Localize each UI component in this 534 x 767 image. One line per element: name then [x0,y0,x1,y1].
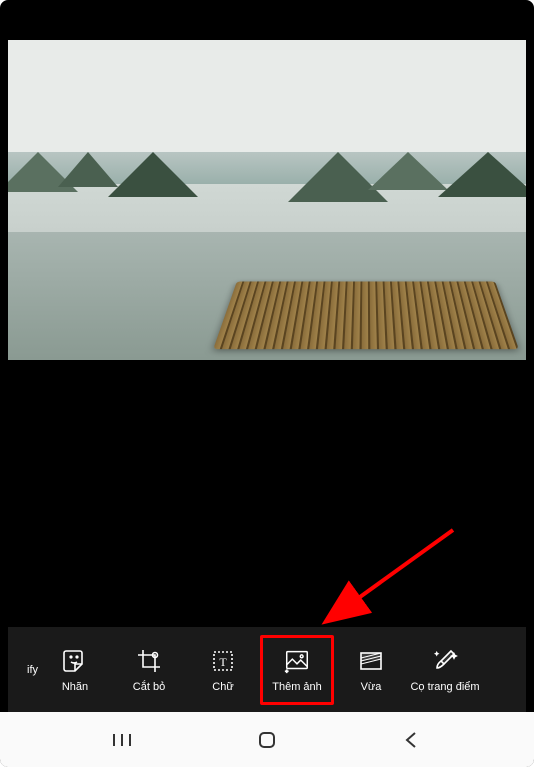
tool-fit[interactable]: Vừa [334,635,408,705]
add-photo-icon [283,647,311,675]
tool-label: ify [27,664,38,676]
tool-label: Chữ [212,681,233,693]
landscape-raft [213,282,519,350]
tool-label: Thêm ảnh [272,681,322,693]
svg-text:T: T [219,655,227,669]
editor-content: ify Nhãn [8,0,526,712]
tool-label: Nhãn [62,681,88,693]
crop-icon [135,647,163,675]
tool-crop[interactable]: Cắt bỏ [112,635,186,705]
preview-image[interactable] [8,40,526,360]
tool-sticker[interactable]: Nhãn [38,635,112,705]
fit-icon [357,647,385,675]
tool-text[interactable]: T Chữ [186,635,260,705]
home-icon [256,729,278,751]
editor-toolbar: ify Nhãn [8,627,526,712]
phone-frame: ify Nhãn [0,0,534,767]
tool-label: Cắt bỏ [133,681,165,693]
recent-apps-button[interactable] [107,725,137,755]
landscape-mountains [8,152,526,202]
back-button[interactable] [397,725,427,755]
annotation-arrow-icon [318,525,468,635]
editor-empty-area [8,360,526,627]
brush-icon [431,647,459,675]
sticker-icon [61,647,89,675]
home-button[interactable] [252,725,282,755]
tool-label: Vừa [361,681,382,693]
system-nav-bar [0,712,534,767]
back-icon [401,729,423,751]
tool-label: Cọ trang điểm [410,681,479,693]
tool-add-photo[interactable]: Thêm ảnh [260,635,334,705]
tool-brush[interactable]: Cọ trang điểm [408,635,482,705]
text-icon: T [209,647,237,675]
tool-ify[interactable]: ify [10,635,38,705]
recent-apps-icon [111,729,133,751]
